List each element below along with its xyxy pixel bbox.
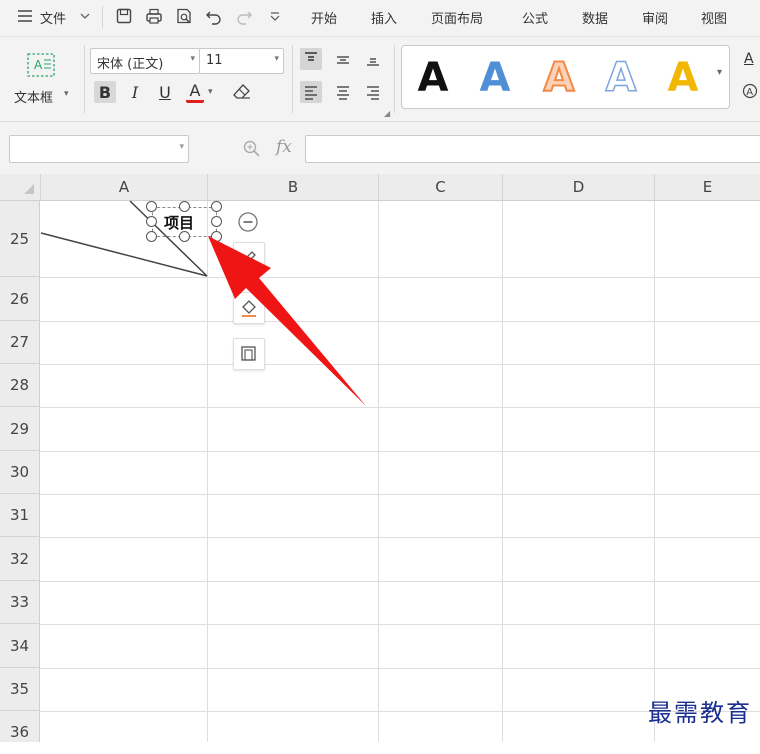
arrow-shape [208, 236, 366, 406]
watermark: 最需教育 [648, 699, 752, 727]
annotation-arrow [208, 236, 366, 406]
